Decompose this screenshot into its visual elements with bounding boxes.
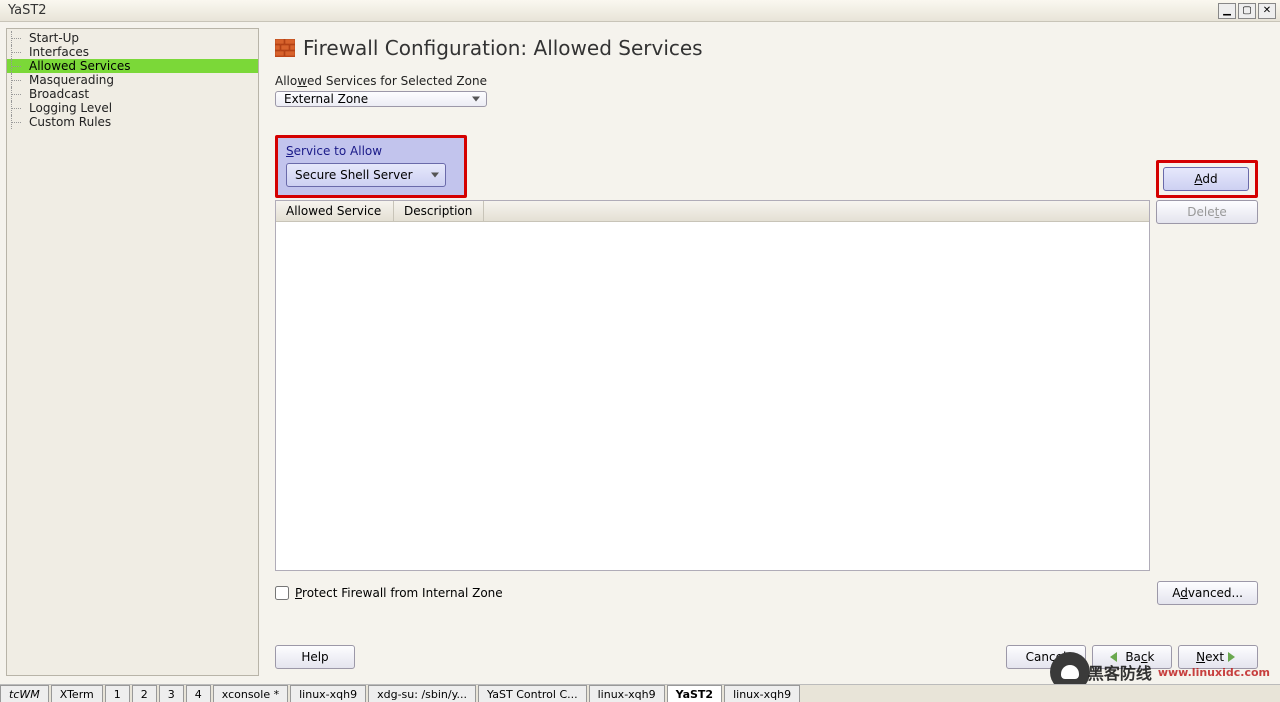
taskbar-item[interactable]: YaST Control C... [478,685,587,702]
service-label: Service to Allow [286,144,456,158]
chevron-down-icon [431,173,439,178]
service-select[interactable]: Secure Shell Server [286,163,446,187]
window-title: YaST2 [4,3,47,18]
service-to-allow-group: Service to Allow Secure Shell Server [275,135,467,198]
taskbar-desktop-1[interactable]: 1 [105,685,130,702]
taskbar-item[interactable]: linux-xqh9 [589,685,665,702]
sidebar-item-broadcast[interactable]: Broadcast [7,87,258,101]
chevron-down-icon [472,97,480,102]
titlebar: YaST2 ▁ ▢ ✕ [0,0,1280,22]
taskbar-menu[interactable]: tcWM [0,685,49,702]
add-highlight: Add [1156,160,1258,198]
delete-button[interactable]: Delete [1156,200,1258,224]
sidebar-item-allowed-services[interactable]: Allowed Services [7,59,258,73]
taskbar-item[interactable]: XTerm [51,685,103,702]
page-title: Firewall Configuration: Allowed Services [303,36,703,60]
watermark-text: 黑客防线 www.linuxidc.com [1088,660,1270,684]
sidebar-item-logging-level[interactable]: Logging Level [7,101,258,115]
sidebar-item-custom-rules[interactable]: Custom Rules [7,115,258,129]
col-allowed-service[interactable]: Allowed Service [276,201,394,221]
help-button[interactable]: Help [275,645,355,669]
table-header: Allowed Service Description [276,201,1149,222]
protect-checkbox[interactable] [275,586,289,600]
taskbar-item[interactable]: xdg-su: /sbin/y... [368,685,476,702]
advanced-button[interactable]: Advanced... [1157,581,1258,605]
taskbar-desktop-3[interactable]: 3 [159,685,184,702]
zone-select-value: External Zone [284,92,368,106]
main-content: Firewall Configuration: Allowed Services… [267,28,1274,676]
minimize-button[interactable]: ▁ [1218,3,1236,19]
taskbar-item[interactable]: xconsole * [213,685,288,702]
taskbar-item-active[interactable]: YaST2 [667,685,722,702]
allowed-services-table[interactable]: Allowed Service Description [275,200,1150,571]
taskbar: tcWM XTerm 1 2 3 4 xconsole * linux-xqh9… [0,684,1280,702]
taskbar-desktop-4[interactable]: 4 [186,685,211,702]
add-button[interactable]: Add [1163,167,1249,191]
table-body [276,222,1149,570]
service-select-value: Secure Shell Server [295,168,413,182]
sidebar-item-startup[interactable]: Start-Up [7,31,258,45]
protect-label: Protect Firewall from Internal Zone [295,586,503,600]
sidebar-item-interfaces[interactable]: Interfaces [7,45,258,59]
close-button[interactable]: ✕ [1258,3,1276,19]
zone-label: Allowed Services for Selected Zone [275,74,1258,88]
firewall-icon [275,39,295,57]
taskbar-desktop-2[interactable]: 2 [132,685,157,702]
zone-select[interactable]: External Zone [275,91,487,107]
maximize-button[interactable]: ▢ [1238,3,1256,19]
taskbar-item[interactable]: linux-xqh9 [290,685,366,702]
col-description[interactable]: Description [394,201,484,221]
sidebar-item-masquerading[interactable]: Masquerading [7,73,258,87]
taskbar-item[interactable]: linux-xqh9 [724,685,800,702]
sidebar-nav: Start-Up Interfaces Allowed Services Mas… [6,28,259,676]
